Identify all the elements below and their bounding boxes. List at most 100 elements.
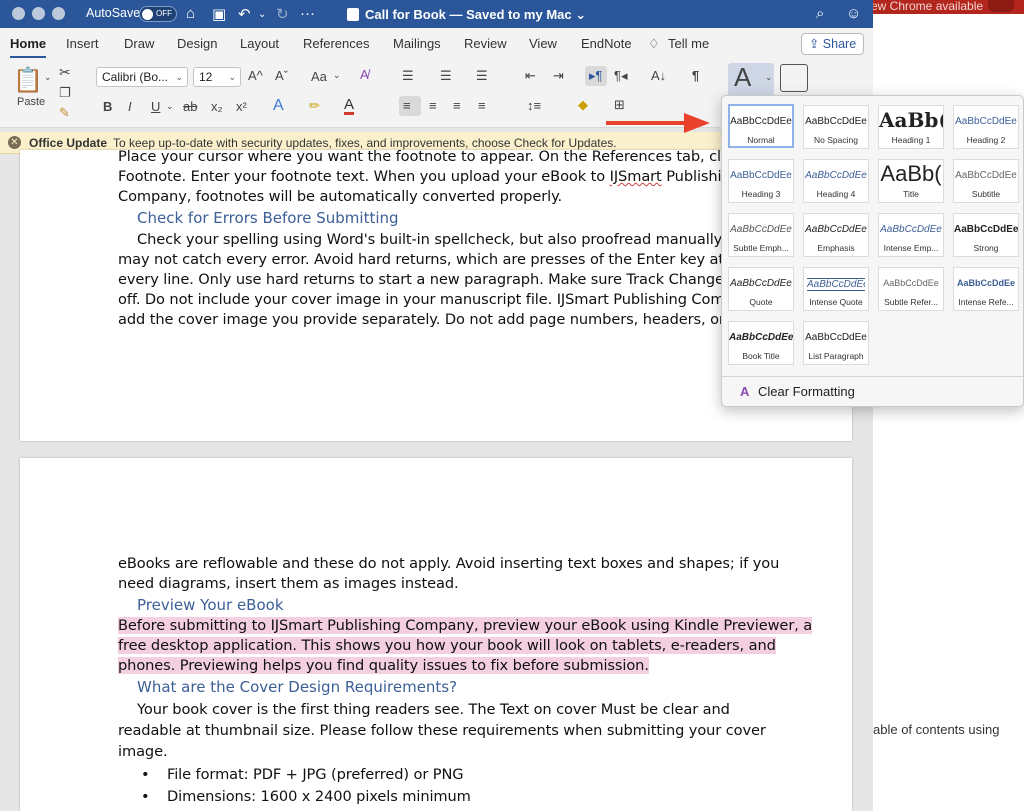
document-page[interactable]: eBooks are reflowable and these do not a…	[20, 458, 852, 811]
tab-view[interactable]: View	[529, 36, 557, 51]
font-color-icon[interactable]: A	[344, 97, 355, 115]
style-quote[interactable]: AaBbCcDdEe Quote	[728, 267, 794, 311]
style-intense-emphasis[interactable]: AaBbCcDdEe Intense Emp...	[878, 213, 944, 257]
style-emphasis[interactable]: AaBbCcDdEe Emphasis	[803, 213, 869, 257]
section-heading[interactable]: Check for Errors Before Submitting	[137, 209, 399, 227]
numbering-icon[interactable]: ☰	[440, 68, 452, 84]
tell-me-search[interactable]: Tell me	[668, 36, 709, 51]
save-icon[interactable]: ▣	[212, 5, 226, 23]
body-line[interactable]: every line. Only use hard returns to sta…	[118, 271, 800, 288]
paste-dropdown-icon[interactable]: ⌄	[44, 72, 52, 83]
align-center-icon[interactable]: ≡	[429, 98, 437, 113]
font-size-select[interactable]: 12 ⌄	[193, 67, 241, 87]
body-line[interactable]: Footnote. Enter your footnote text. When…	[118, 168, 740, 185]
redo-icon[interactable]: ↻	[276, 5, 289, 23]
italic-button[interactable]: I	[128, 99, 132, 114]
font-name-select[interactable]: Calibri (Bo... ⌄	[96, 67, 188, 87]
style-intense-quote[interactable]: AaBbCcDdEe Intense Quote	[803, 267, 869, 311]
tab-home[interactable]: Home	[10, 36, 47, 59]
highlighted-line[interactable]: free desktop application. This shows you…	[118, 637, 776, 654]
body-line[interactable]: Company, footnotes will be automatically…	[118, 188, 562, 205]
clear-formatting-button[interactable]: A Clear Formatting	[740, 384, 855, 399]
zoom-window-button[interactable]	[52, 7, 65, 20]
body-line[interactable]: Place your cursor where you want the foo…	[118, 148, 787, 165]
underline-button[interactable]: U	[151, 99, 160, 114]
undo-icon[interactable]: ↶	[238, 5, 251, 23]
format-painter-icon[interactable]: ✎	[59, 105, 70, 121]
increase-indent-icon[interactable]: ⇥	[553, 68, 564, 84]
section-heading[interactable]: Preview Your eBook	[137, 596, 284, 614]
body-line[interactable]: Check your spelling using Word's built-i…	[137, 231, 782, 248]
highlight-color-icon[interactable]: ✏	[309, 98, 320, 114]
bullet-item[interactable]: Dimensions: 1600 x 2400 pixels minimum	[167, 788, 471, 805]
close-icon[interactable]: ✕	[8, 136, 21, 149]
tab-draw[interactable]: Draw	[124, 36, 154, 51]
body-line[interactable]: eBooks are reflowable and these do not a…	[118, 555, 779, 572]
style-no-spacing[interactable]: AaBbCcDdEe No Spacing	[803, 105, 869, 149]
style-heading-2[interactable]: AaBbCcDdEe Heading 2	[953, 105, 1019, 149]
highlighted-line[interactable]: phones. Previewing helps you find qualit…	[118, 657, 649, 674]
left-to-right-icon[interactable]: ▸¶	[589, 68, 603, 84]
chrome-update-button[interactable]	[988, 0, 1014, 12]
paste-icon[interactable]: 📋	[13, 66, 43, 95]
styles-icon[interactable]: A	[734, 62, 751, 93]
close-window-button[interactable]	[12, 7, 25, 20]
paste-label[interactable]: Paste	[17, 96, 45, 108]
styles-pane-icon[interactable]	[780, 64, 808, 92]
highlighted-line[interactable]: Before submitting to IJSmart Publishing …	[118, 617, 812, 634]
body-line[interactable]: image.	[118, 743, 168, 760]
bold-button[interactable]: B	[103, 99, 112, 114]
minimize-window-button[interactable]	[32, 7, 45, 20]
style-strong[interactable]: AaBbCcDdEe Strong	[953, 213, 1019, 257]
style-subtle-reference[interactable]: AaBbCcDdEe Subtle Refer...	[878, 267, 944, 311]
style-list-paragraph[interactable]: AaBbCcDdEe List Paragraph	[803, 321, 869, 365]
chevron-down-icon[interactable]: ⌄	[166, 101, 174, 112]
tab-review[interactable]: Review	[464, 36, 507, 51]
body-line[interactable]: readable at thumbnail size. Please follo…	[118, 722, 766, 739]
tab-insert[interactable]: Insert	[66, 36, 99, 51]
superscript-button[interactable]: x²	[236, 99, 247, 114]
tab-references[interactable]: References	[303, 36, 369, 51]
share-button[interactable]: ⇪ Share	[801, 33, 864, 55]
more-icon[interactable]: ···	[300, 5, 315, 22]
autosave-toggle[interactable]: OFF	[139, 6, 177, 22]
style-normal[interactable]: AaBbCcDdEe Normal	[728, 104, 794, 148]
copy-icon[interactable]: ❐	[59, 85, 71, 101]
align-right-icon[interactable]: ≡	[453, 98, 461, 113]
align-left-icon[interactable]: ≡	[403, 98, 411, 113]
style-heading-4[interactable]: AaBbCcDdEe Heading 4	[803, 159, 869, 203]
cut-icon[interactable]: ✂	[59, 64, 71, 81]
section-heading[interactable]: What are the Cover Design Requirements?	[137, 678, 457, 696]
style-heading-3[interactable]: AaBbCcDdEe Heading 3	[728, 159, 794, 203]
change-case-icon[interactable]: Aa	[311, 69, 327, 84]
document-title[interactable]: Call for Book — Saved to my Mac ⌄	[347, 7, 586, 23]
text-effects-icon[interactable]: A	[273, 97, 284, 115]
multilevel-list-icon[interactable]: ☰	[476, 68, 488, 84]
show-formatting-button[interactable]: ¶	[692, 68, 699, 83]
subscript-button[interactable]: x₂	[211, 99, 223, 114]
body-line[interactable]: Your book cover is the first thing reade…	[137, 701, 730, 718]
style-title[interactable]: AaBb( Title	[878, 159, 944, 203]
account-icon[interactable]: ☺	[846, 5, 861, 22]
chevron-down-icon[interactable]: ⌄	[765, 72, 773, 83]
body-line[interactable]: add the cover image you provide separate…	[118, 311, 805, 328]
bullet-item[interactable]: File format: PDF + JPG (preferred) or PN…	[167, 766, 464, 783]
strikethrough-button[interactable]: ab	[183, 99, 197, 114]
grow-font-icon[interactable]: A^	[248, 68, 263, 83]
search-icon[interactable]: ⌕	[816, 5, 824, 22]
style-subtitle[interactable]: AaBbCcDdEe Subtitle	[953, 159, 1019, 203]
justify-icon[interactable]: ≡	[478, 98, 486, 113]
tab-endnote[interactable]: EndNote	[581, 36, 632, 51]
body-line[interactable]: need diagrams, insert them as images ins…	[118, 575, 459, 592]
clear-formatting-icon[interactable]: A̸	[360, 67, 369, 82]
chevron-down-icon[interactable]: ⌄	[333, 70, 341, 81]
home-icon[interactable]: ⌂	[186, 5, 195, 22]
shading-icon[interactable]: ◆	[578, 97, 588, 113]
borders-icon[interactable]: ⊞	[614, 97, 625, 113]
shrink-font-icon[interactable]: Aˇ	[275, 68, 288, 83]
style-intense-reference[interactable]: AaBbCcDdEe Intense Refe...	[953, 267, 1019, 311]
tab-layout[interactable]: Layout	[240, 36, 279, 51]
sort-icon[interactable]: A↓	[651, 68, 666, 83]
body-line[interactable]: may not catch every error. Avoid hard re…	[118, 251, 802, 268]
right-to-left-icon[interactable]: ¶◂	[614, 68, 628, 84]
